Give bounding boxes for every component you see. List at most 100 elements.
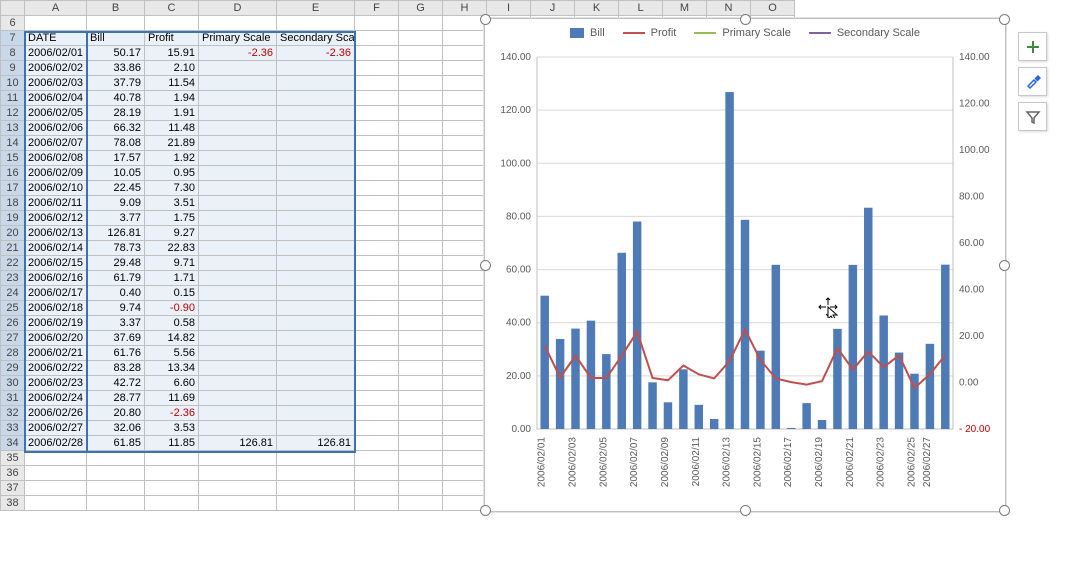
row-header[interactable]: 11 [1, 91, 25, 106]
cell[interactable] [277, 421, 355, 436]
cell[interactable] [399, 61, 443, 76]
cell[interactable] [199, 496, 277, 511]
cell[interactable] [443, 181, 487, 196]
cell[interactable] [443, 46, 487, 61]
column-header[interactable]: I [487, 1, 531, 16]
row-header[interactable]: 22 [1, 256, 25, 271]
cell[interactable]: 2006/02/22 [25, 361, 87, 376]
cell[interactable] [355, 226, 399, 241]
cell[interactable] [399, 391, 443, 406]
cell[interactable]: 2006/02/28 [25, 436, 87, 451]
cell[interactable] [399, 256, 443, 271]
cell[interactable] [277, 331, 355, 346]
cell[interactable] [25, 451, 87, 466]
cell[interactable]: 2006/02/15 [25, 256, 87, 271]
cell[interactable] [277, 256, 355, 271]
cell[interactable] [277, 496, 355, 511]
cell[interactable] [199, 376, 277, 391]
cell[interactable] [443, 481, 487, 496]
cell[interactable] [355, 136, 399, 151]
cell[interactable] [399, 31, 443, 46]
cell[interactable]: 78.73 [87, 241, 145, 256]
cell[interactable] [277, 136, 355, 151]
cell[interactable] [355, 256, 399, 271]
cell[interactable]: 2006/02/17 [25, 286, 87, 301]
cell[interactable]: 61.79 [87, 271, 145, 286]
cell[interactable]: 20.80 [87, 406, 145, 421]
cell[interactable]: 2006/02/23 [25, 376, 87, 391]
cell[interactable] [399, 376, 443, 391]
cell[interactable] [277, 376, 355, 391]
cell[interactable] [199, 271, 277, 286]
cell[interactable] [443, 136, 487, 151]
cell[interactable]: 33.86 [87, 61, 145, 76]
cell[interactable] [399, 421, 443, 436]
cell[interactable] [355, 406, 399, 421]
cell[interactable] [355, 166, 399, 181]
cell[interactable] [399, 301, 443, 316]
cell[interactable]: -2.36 [199, 46, 277, 61]
cell[interactable] [355, 151, 399, 166]
cell[interactable] [199, 211, 277, 226]
chart-resize-handle[interactable] [740, 14, 751, 25]
cell[interactable]: 2006/02/10 [25, 181, 87, 196]
cell[interactable] [443, 391, 487, 406]
chart-add-element-button[interactable] [1018, 32, 1047, 61]
cell[interactable]: 126.81 [277, 436, 355, 451]
cell[interactable] [355, 466, 399, 481]
row-header[interactable]: 24 [1, 286, 25, 301]
cell[interactable] [355, 436, 399, 451]
cell[interactable] [443, 346, 487, 361]
cell[interactable]: 9.27 [145, 226, 199, 241]
cell[interactable] [25, 466, 87, 481]
cell[interactable] [199, 301, 277, 316]
cell[interactable]: 1.91 [145, 106, 199, 121]
chart-resize-handle[interactable] [480, 14, 491, 25]
cell[interactable] [399, 151, 443, 166]
cell[interactable] [399, 436, 443, 451]
cell[interactable]: 2006/02/01 [25, 46, 87, 61]
chart-filter-button[interactable] [1018, 102, 1047, 131]
row-header[interactable]: 35 [1, 451, 25, 466]
cell[interactable] [443, 286, 487, 301]
cell[interactable]: 32.06 [87, 421, 145, 436]
cell[interactable]: 11.48 [145, 121, 199, 136]
row-header[interactable]: 13 [1, 121, 25, 136]
column-header[interactable]: G [399, 1, 443, 16]
cell[interactable]: 28.77 [87, 391, 145, 406]
column-header[interactable]: E [277, 1, 355, 16]
row-header[interactable]: 26 [1, 316, 25, 331]
cell[interactable] [199, 76, 277, 91]
cell[interactable] [277, 106, 355, 121]
cell[interactable]: 126.81 [199, 436, 277, 451]
chart-resize-handle[interactable] [480, 505, 491, 516]
cell[interactable] [199, 256, 277, 271]
row-header[interactable]: 7 [1, 31, 25, 46]
chart-resize-handle[interactable] [740, 505, 751, 516]
cell[interactable] [355, 361, 399, 376]
cell[interactable] [199, 91, 277, 106]
cell[interactable]: 2006/02/08 [25, 151, 87, 166]
cell[interactable] [199, 136, 277, 151]
cell[interactable] [199, 61, 277, 76]
cell[interactable] [355, 121, 399, 136]
cell[interactable]: 13.34 [145, 361, 199, 376]
cell[interactable] [199, 421, 277, 436]
cell[interactable] [399, 76, 443, 91]
cell[interactable]: 0.58 [145, 316, 199, 331]
cell[interactable] [399, 121, 443, 136]
cell[interactable]: 66.32 [87, 121, 145, 136]
cell[interactable] [399, 481, 443, 496]
cell[interactable]: 37.69 [87, 331, 145, 346]
chart-resize-handle[interactable] [999, 260, 1010, 271]
cell[interactable] [443, 316, 487, 331]
cell[interactable] [399, 316, 443, 331]
cell[interactable] [355, 91, 399, 106]
cell[interactable]: Bill [87, 31, 145, 46]
cell[interactable] [443, 451, 487, 466]
cell[interactable] [277, 76, 355, 91]
cell[interactable]: 50.17 [87, 46, 145, 61]
cell[interactable] [87, 466, 145, 481]
cell[interactable] [443, 376, 487, 391]
cell[interactable] [443, 121, 487, 136]
